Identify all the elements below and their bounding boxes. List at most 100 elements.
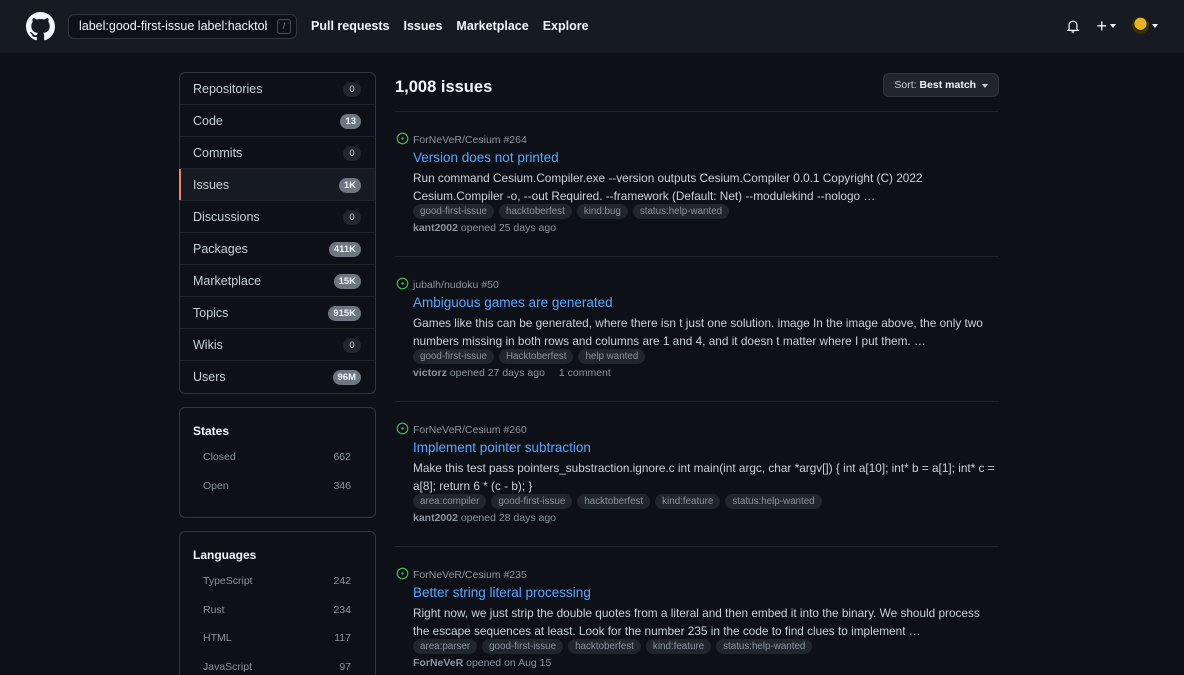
plus-icon: + xyxy=(1096,15,1107,36)
category-label: Issues xyxy=(193,177,230,192)
category-commits[interactable]: Commits 0 xyxy=(180,137,375,169)
issue-repo-line: ForNeVeR/Cesium #235 xyxy=(413,569,527,581)
global-nav: Pull requests Issues Marketplace Explore xyxy=(311,19,603,33)
category-count: 0 xyxy=(343,210,361,225)
category-count: 15K xyxy=(333,274,361,289)
state-closed[interactable]: Closed 662 xyxy=(193,450,375,479)
issue-label[interactable]: hacktoberfest xyxy=(568,639,641,654)
issue-label[interactable]: kind:bug xyxy=(576,204,628,219)
issue-label[interactable]: good-first-issue xyxy=(413,349,494,364)
category-label: Code xyxy=(193,113,223,128)
nav-explore[interactable]: Explore xyxy=(543,19,589,33)
category-count: 915K xyxy=(328,306,361,321)
issue-label[interactable]: good-first-issue xyxy=(413,204,494,219)
issue-meta: kant2002 opened 28 days ago xyxy=(413,512,556,524)
issue-label[interactable]: status:help-wanted xyxy=(632,204,730,219)
category-label: Topics xyxy=(193,305,229,320)
language-typescript[interactable]: TypeScript 242 xyxy=(193,574,375,603)
issue-body-excerpt: Make this test pass pointers_substractio… xyxy=(413,461,995,493)
header-actions: + xyxy=(1066,15,1158,36)
sort-dropdown[interactable]: Sort: Best match xyxy=(883,73,999,97)
category-count: 13 xyxy=(340,114,361,129)
language-label: HTML xyxy=(203,632,232,644)
state-label: Open xyxy=(203,479,229,492)
issue-opened-icon xyxy=(396,132,409,145)
nav-pull-requests[interactable]: Pull requests xyxy=(311,19,390,33)
language-label: Rust xyxy=(203,603,225,616)
issue-comment-count[interactable]: 1 comment xyxy=(559,367,611,379)
issue-result: ForNeVeR/Cesium #264 Version does not pr… xyxy=(395,112,999,257)
issue-label[interactable]: help wanted xyxy=(578,349,646,364)
category-topics[interactable]: Topics 915K xyxy=(180,297,375,329)
category-users[interactable]: Users 96M xyxy=(180,361,375,393)
issue-title-link[interactable]: Better string literal processing xyxy=(413,585,591,600)
bell-icon[interactable] xyxy=(1066,18,1080,34)
github-mark-icon[interactable] xyxy=(26,12,55,41)
issue-label[interactable]: hacktoberfest xyxy=(498,204,572,219)
category-packages[interactable]: Packages 411K xyxy=(180,233,375,265)
issue-label[interactable]: status:help-wanted xyxy=(716,639,813,654)
category-repositories[interactable]: Repositories 0 xyxy=(180,73,375,105)
category-label: Commits xyxy=(193,145,243,160)
category-discussions[interactable]: Discussions 0 xyxy=(180,201,375,233)
language-count: 97 xyxy=(339,660,351,673)
sort-value: Best match xyxy=(919,79,977,91)
issue-label[interactable]: kind:feature xyxy=(655,494,721,509)
category-marketplace[interactable]: Marketplace 15K xyxy=(180,265,375,297)
issue-label[interactable]: kind:feature xyxy=(645,639,712,654)
results-header: 1,008 issues Sort: Best match xyxy=(395,72,999,112)
issue-result: ForNeVeR/Cesium #260 Implement pointer s… xyxy=(395,402,999,547)
category-label: Discussions xyxy=(193,209,260,224)
issue-label[interactable]: good-first-issue xyxy=(482,639,564,654)
category-label: Users xyxy=(193,370,226,384)
issue-title-link[interactable]: Version does not printed xyxy=(413,150,559,165)
issue-body-excerpt: Run command Cesium.Compiler.exe --versio… xyxy=(413,171,923,203)
issue-author-link[interactable]: kant2002 xyxy=(413,222,458,234)
issue-repo-link[interactable]: jubalh/nudoku xyxy=(413,279,478,291)
sort-prefix: Sort: xyxy=(894,79,917,91)
category-code[interactable]: Code 13 xyxy=(180,105,375,137)
language-html[interactable]: HTML 117 xyxy=(193,631,375,660)
issue-label[interactable]: Hacktoberfest xyxy=(498,349,574,364)
issue-label[interactable]: area:compiler xyxy=(413,494,487,509)
search-input[interactable]: label:good-first-issue label:hacktoberfe… xyxy=(68,14,297,39)
category-count: 0 xyxy=(343,338,361,353)
create-new-menu[interactable]: + xyxy=(1096,15,1116,36)
chevron-down-icon xyxy=(1110,23,1116,28)
issue-author-link[interactable]: victorz xyxy=(413,367,447,379)
nav-marketplace[interactable]: Marketplace xyxy=(456,19,528,33)
category-wikis[interactable]: Wikis 0 xyxy=(180,329,375,361)
issue-author-link[interactable]: kant2002 xyxy=(413,512,458,524)
issue-opened-time: opened on Aug 15 xyxy=(466,657,552,669)
issue-repo-link[interactable]: ForNeVeR/Cesium xyxy=(413,134,501,146)
languages-title: Languages xyxy=(193,548,257,562)
nav-issues[interactable]: Issues xyxy=(404,19,443,33)
issue-opened-icon xyxy=(396,422,409,435)
chevron-down-icon xyxy=(1152,23,1158,28)
issue-author-link[interactable]: ForNeVeR xyxy=(413,657,463,669)
issue-opened-icon xyxy=(396,277,409,290)
language-rust[interactable]: Rust 234 xyxy=(193,603,375,632)
issue-label[interactable]: good-first-issue xyxy=(491,494,573,509)
issue-labels: good-first-issue hacktoberfest kind:bug … xyxy=(413,204,730,219)
issue-label[interactable]: hacktoberfest xyxy=(577,494,651,509)
user-menu[interactable] xyxy=(1132,17,1158,34)
category-label: Packages xyxy=(193,241,248,256)
issue-title-link[interactable]: Implement pointer subtraction xyxy=(413,440,591,455)
state-open[interactable]: Open 346 xyxy=(193,479,375,508)
category-count: 0 xyxy=(343,146,361,161)
issue-repo-link[interactable]: ForNeVeR/Cesium xyxy=(413,424,501,436)
issue-repo-line: ForNeVeR/Cesium #264 xyxy=(413,134,527,146)
language-label: TypeScript xyxy=(203,575,253,587)
issue-title-link[interactable]: Ambiguous games are generated xyxy=(413,295,613,310)
category-issues[interactable]: Issues 1K xyxy=(179,169,375,201)
issue-body-excerpt: Games like this can be generated, where … xyxy=(413,316,983,348)
issue-label[interactable]: status:help-wanted xyxy=(725,494,822,509)
issue-repo-link[interactable]: ForNeVeR/Cesium xyxy=(413,569,501,581)
state-label: Closed xyxy=(203,451,236,463)
language-javascript[interactable]: JavaScript 97 xyxy=(193,660,375,675)
issue-label[interactable]: area:parser xyxy=(413,639,478,654)
language-count: 242 xyxy=(333,575,351,587)
issue-opened-icon xyxy=(396,567,409,580)
global-header: label:good-first-issue label:hacktoberfe… xyxy=(0,0,1184,53)
